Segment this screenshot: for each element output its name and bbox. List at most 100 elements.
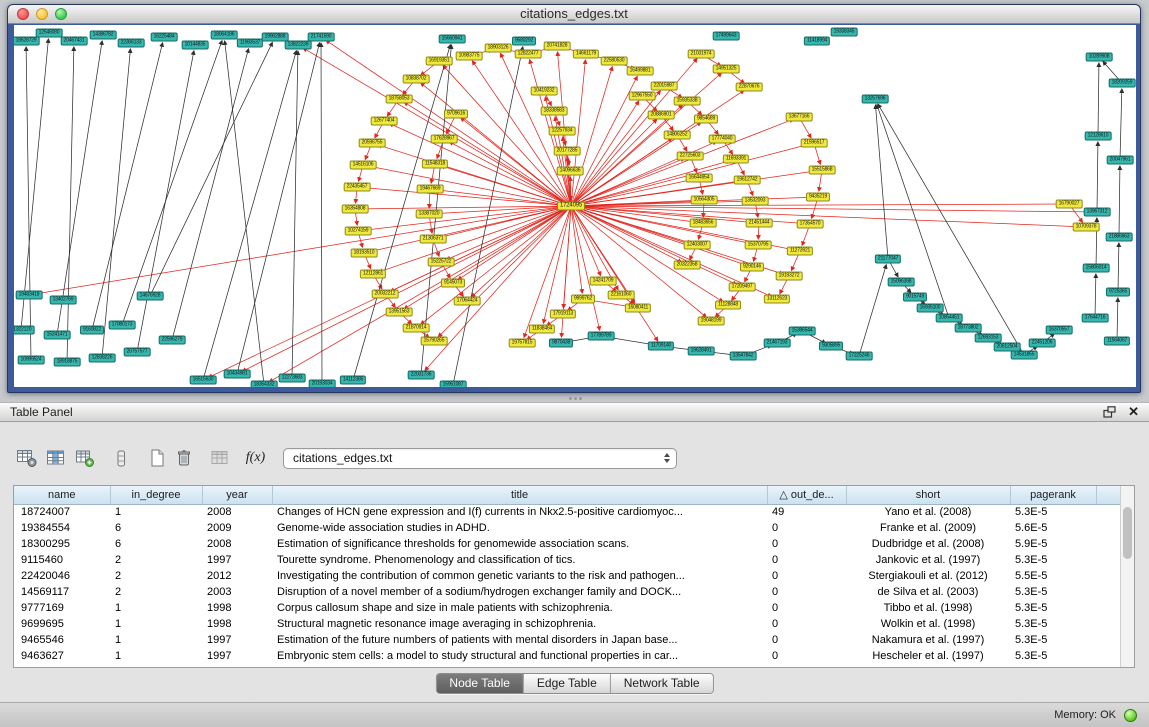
graph-node[interactable]: 10564305 xyxy=(691,196,718,205)
graph-node[interactable]: 18193510 xyxy=(351,249,378,258)
table-cell[interactable]: 9699695 xyxy=(14,616,110,632)
tab-node-table[interactable]: Node Table xyxy=(436,674,523,693)
graph-node[interactable]: 13677166 xyxy=(786,113,813,122)
graph-node[interactable]: 21177047 xyxy=(875,255,901,264)
table-cell[interactable]: 5.3E-5 xyxy=(1010,584,1096,600)
column-header[interactable]: in_degree xyxy=(110,486,202,504)
table-cell[interactable]: Nakamura et al. (1997) xyxy=(846,632,1010,648)
graph-node[interactable]: 12112861 xyxy=(360,270,386,279)
table-cell[interactable]: 0 xyxy=(767,616,846,632)
graph-node[interactable]: 14661179 xyxy=(573,50,599,59)
table-cell[interactable]: 5.3E-5 xyxy=(1010,632,1096,648)
graph-node[interactable]: 12273683 xyxy=(279,374,306,383)
table-scrollbar[interactable] xyxy=(1120,486,1134,667)
table-row[interactable]: 1456911722003Disruption of a novel membe… xyxy=(14,584,1120,600)
table-cell[interactable]: Disruption of a novel member of a sodium… xyxy=(272,584,767,600)
graph-node[interactable]: 11709140 xyxy=(648,342,674,351)
minimize-window-button[interactable] xyxy=(36,8,48,20)
table-cell[interactable]: 14569117 xyxy=(14,584,110,600)
graph-node[interactable]: 18903126 xyxy=(485,44,512,53)
new-table-button[interactable] xyxy=(143,446,170,471)
table-cell[interactable]: 2009 xyxy=(202,520,272,536)
table-cell[interactable]: Structural magnetic resonance image aver… xyxy=(272,616,767,632)
graph-node[interactable]: 18773802 xyxy=(955,324,982,333)
graph-node[interactable]: 9435219 xyxy=(806,193,830,202)
graph-node[interactable]: 19483418 xyxy=(16,291,43,300)
graph-node[interactable]: 15241471 xyxy=(44,331,71,340)
table-cell[interactable]: 5.5E-5 xyxy=(1010,568,1096,584)
graph-node[interactable]: 11564067 xyxy=(1104,337,1130,346)
select-columns-button[interactable] xyxy=(42,446,69,471)
column-header[interactable]: year xyxy=(202,486,272,504)
graph-node[interactable]: 17644716 xyxy=(1082,314,1109,323)
graph-node[interactable]: 14386782 xyxy=(90,31,117,40)
table-cell[interactable]: Changes of HCN gene expression and I(f) … xyxy=(272,504,767,520)
tab-edge-table[interactable]: Edge Table xyxy=(523,674,610,693)
graph-node[interactable]: 18758053 xyxy=(386,95,413,104)
table-cell[interactable]: 0 xyxy=(767,600,846,616)
graph-node[interactable]: 13387020 xyxy=(416,210,443,219)
table-row[interactable]: 1938455462009Genome-wide association stu… xyxy=(14,520,1120,536)
table-cell[interactable]: Wolkin et al. (1998) xyxy=(846,616,1010,632)
graph-node[interactable]: 21306371 xyxy=(420,235,447,244)
graph-node[interactable]: 17628967 xyxy=(431,135,458,144)
graph-node[interactable]: 9725365 xyxy=(1106,288,1130,297)
graph-node[interactable]: 21451444 xyxy=(746,219,773,228)
table-cell[interactable]: Franke et al. (2009) xyxy=(846,520,1010,536)
graph-node[interactable]: 18338583 xyxy=(541,107,568,116)
graph-node[interactable]: 20177285 xyxy=(554,147,581,156)
table-cell[interactable]: 5.3E-5 xyxy=(1010,600,1096,616)
table-cell[interactable]: Genome-wide association studies in ADHD. xyxy=(272,520,767,536)
graph-node[interactable]: 9160822 xyxy=(80,326,104,335)
table-cell[interactable]: Stergiakouli et al. (2012) xyxy=(846,568,1010,584)
table-cell[interactable]: 1 xyxy=(110,600,202,616)
graph-node[interactable]: 15386544 xyxy=(789,327,816,336)
column-header[interactable]: △ out_de... xyxy=(767,486,846,504)
table-cell[interactable]: 2008 xyxy=(202,504,272,520)
graph-node[interactable]: 15790265 xyxy=(421,337,448,346)
table-cell[interactable]: 0 xyxy=(767,632,846,648)
table-cell[interactable]: 2008 xyxy=(202,536,272,552)
table-cell[interactable]: 5.9E-5 xyxy=(1010,536,1096,552)
graph-node[interactable]: 22161060 xyxy=(608,291,635,300)
table-cell[interactable]: 9115460 xyxy=(14,552,110,568)
graph-node[interactable]: 14806252 xyxy=(664,131,691,140)
graph-node[interactable]: 22031736 xyxy=(408,371,435,380)
graph-node[interactable]: 12257934 xyxy=(549,127,576,136)
graph-node[interactable]: 21870914 xyxy=(403,324,430,333)
graph-node[interactable]: 16515630 xyxy=(190,376,217,385)
table-cell[interactable]: Dudbridge et al. (2008) xyxy=(846,536,1010,552)
graph-node[interactable]: 15660941 xyxy=(439,35,466,44)
graph-node[interactable]: 10838702 xyxy=(403,75,430,84)
table-cell[interactable]: 0 xyxy=(767,520,846,536)
graph-node[interactable]: 16644954 xyxy=(686,174,713,183)
graph-node[interactable]: 16080411 xyxy=(625,304,651,313)
graph-node[interactable]: 19628491 xyxy=(688,347,715,356)
graph-node[interactable]: 12822477 xyxy=(515,50,542,59)
table-cell[interactable]: 5.6E-5 xyxy=(1010,520,1096,536)
table-row[interactable]: 946362711997Embryonic stem cells: a mode… xyxy=(14,648,1120,664)
panel-resize-handle[interactable] xyxy=(568,396,582,401)
graph-node[interactable]: 1724095 xyxy=(557,202,585,211)
graph-node[interactable]: 15951087 xyxy=(440,381,467,388)
table-cell[interactable]: 49 xyxy=(767,504,846,520)
tab-network-table[interactable]: Network Table xyxy=(610,674,713,693)
graph-node[interactable]: 18209259 xyxy=(1109,79,1136,88)
graph-node[interactable]: 14951325 xyxy=(713,65,740,74)
graph-node[interactable]: 22870676 xyxy=(736,83,763,92)
graph-node[interactable]: 11273921 xyxy=(787,247,813,256)
table-cell[interactable]: 1 xyxy=(110,632,202,648)
table-cell[interactable]: 1997 xyxy=(202,552,272,568)
graph-node[interactable]: 22306133 xyxy=(118,39,145,48)
table-cell[interactable]: 2 xyxy=(110,584,202,600)
row-tool-button[interactable] xyxy=(107,446,134,471)
graph-node[interactable]: 18628729 xyxy=(14,37,39,46)
graph-node[interactable]: 9709616 xyxy=(444,110,468,119)
graph-node[interactable]: 22435457 xyxy=(344,183,371,192)
column-header[interactable]: name xyxy=(14,486,110,504)
window-titlebar[interactable]: citations_edges.txt xyxy=(8,5,1140,24)
graph-node[interactable]: 9580292 xyxy=(512,37,536,46)
graph-node[interactable]: 10854451 xyxy=(936,314,963,323)
graph-node[interactable]: 15370795 xyxy=(745,241,772,250)
graph-node[interactable]: 19338345 xyxy=(831,28,858,37)
